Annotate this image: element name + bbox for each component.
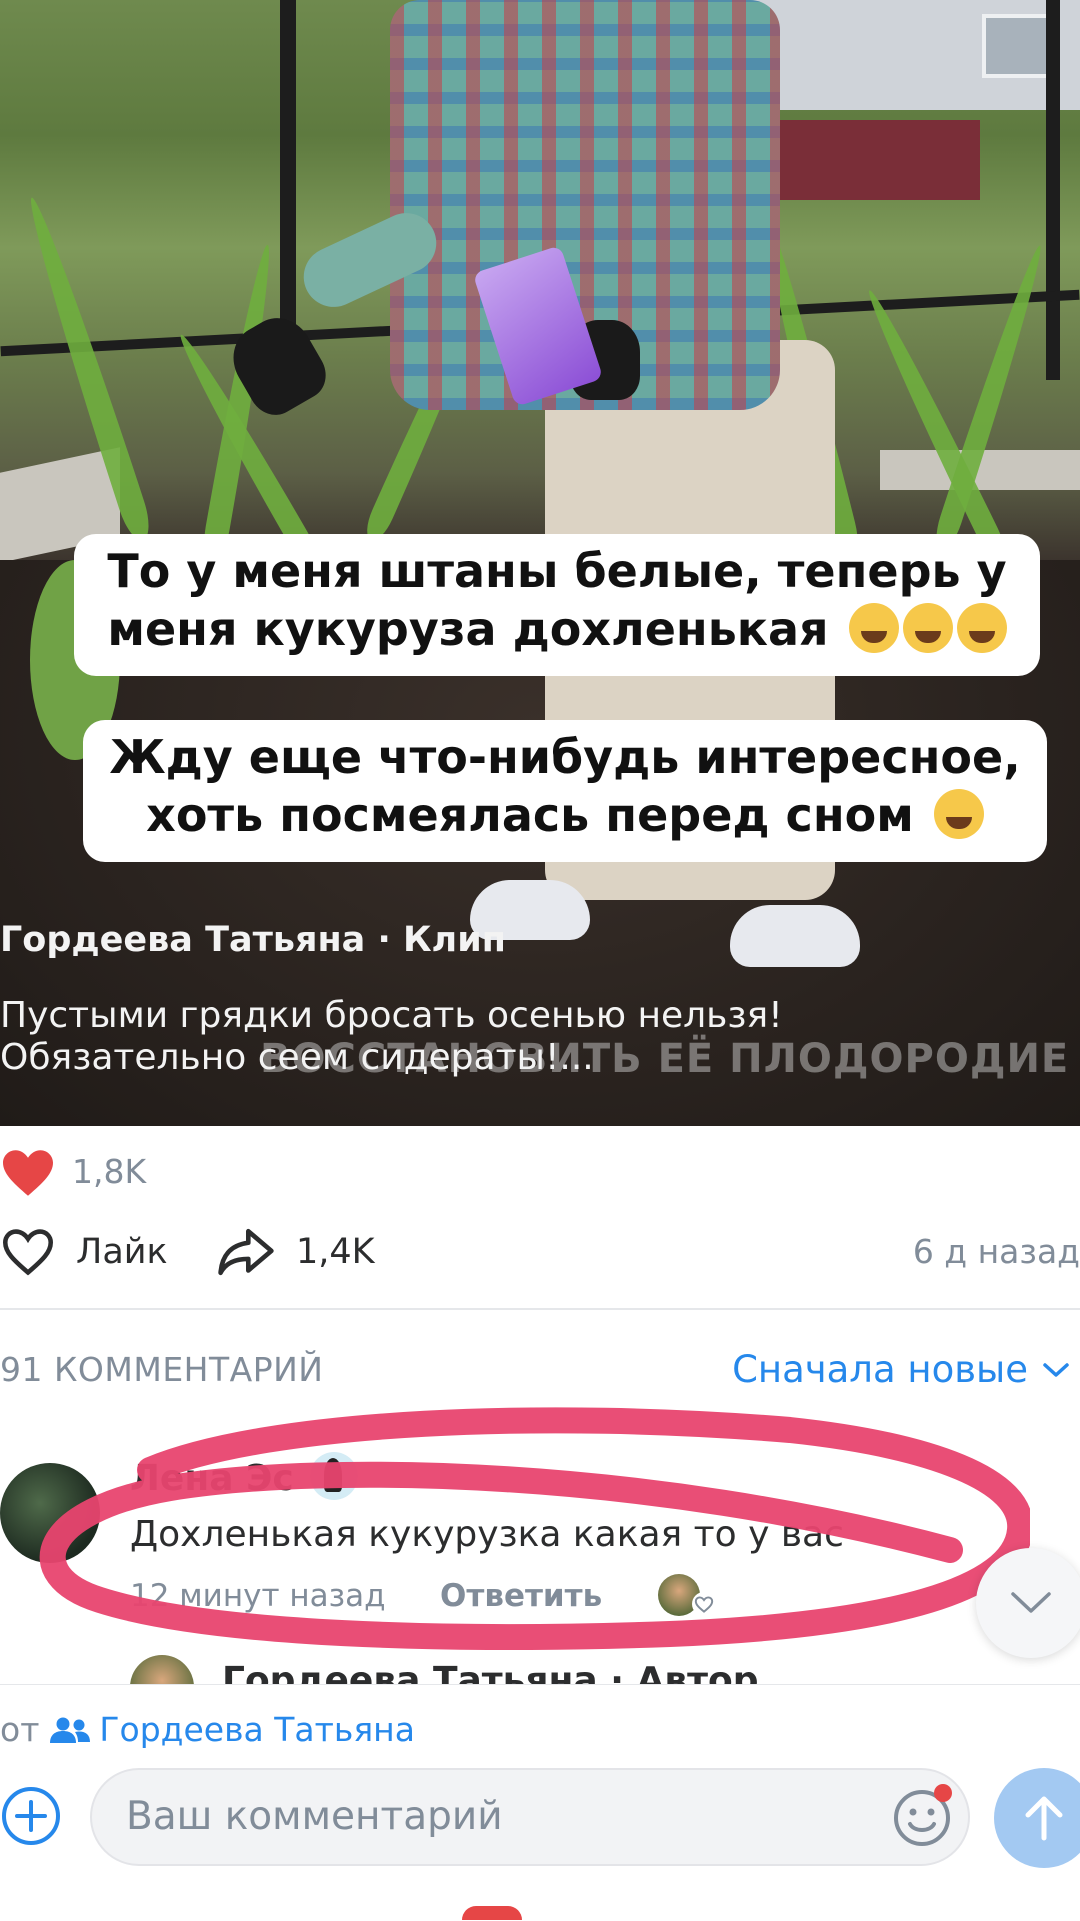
- share-button[interactable]: 1,4K: [216, 1224, 375, 1280]
- fence-post: [1046, 0, 1060, 380]
- heart-outline-icon[interactable]: [690, 1592, 718, 1616]
- post-time: 6 д назад: [912, 1232, 1080, 1271]
- background-house: [750, 0, 1080, 110]
- share-arrow-icon: [218, 1228, 274, 1276]
- caption-bubble: Жду еще что-нибудь интересное, хоть посм…: [83, 720, 1047, 862]
- avatar[interactable]: [130, 1655, 194, 1684]
- comment-time: 12 минут назад: [130, 1578, 386, 1614]
- chevron-down-icon: [1011, 1592, 1051, 1613]
- share-count: 1,4K: [296, 1232, 375, 1272]
- comments-count: 91 КОММЕНТАРИЙ: [0, 1350, 324, 1389]
- chevron-down-icon: [1043, 1362, 1069, 1377]
- heart-outline-icon: [2, 1229, 54, 1276]
- add-attachment-button[interactable]: [0, 1785, 62, 1847]
- divider: [0, 1308, 1080, 1310]
- heart-filled-icon: [3, 1150, 53, 1196]
- like-button[interactable]: Лайк: [0, 1224, 170, 1280]
- comment-second-partial: Гордеева Татьяна · Автор: [0, 1640, 1080, 1684]
- caption-bubble: То у меня штаны белые, теперь у меня кук…: [74, 534, 1040, 676]
- caption-text: Жду еще что-нибудь интересное, хоть посм…: [109, 730, 1021, 842]
- avatar[interactable]: [0, 1463, 100, 1563]
- post-as-selector[interactable]: от Гордеева Татьяна: [0, 1710, 415, 1749]
- shoe-cover: [730, 905, 860, 967]
- arrow-up-icon: [1025, 1796, 1063, 1841]
- from-name: Гордеева Татьяна: [99, 1710, 415, 1749]
- reply-button[interactable]: Ответить: [440, 1578, 602, 1614]
- comment-text: Дохленькая кукурузка какая то у вас: [130, 1514, 844, 1555]
- from-prefix: от: [0, 1710, 40, 1749]
- group-icon: [50, 1717, 91, 1743]
- comment-input[interactable]: Ваш комментарий: [90, 1768, 970, 1866]
- home-indicator: [462, 1906, 522, 1920]
- comment-input-placeholder: Ваш комментарий: [126, 1794, 503, 1839]
- comment-author[interactable]: Гордеева Татьяна · Автор: [222, 1660, 758, 1684]
- fence-post: [280, 0, 296, 360]
- like-label: Лайк: [76, 1232, 168, 1272]
- likes-count[interactable]: 1,8K: [72, 1152, 146, 1191]
- sort-label: Сначала новые: [732, 1348, 1028, 1391]
- video-description[interactable]: Пустыми грядки бросать осенью нельзя! Об…: [0, 995, 900, 1079]
- notification-dot: [934, 1784, 952, 1802]
- laughing-emoji-icon: [956, 603, 1007, 653]
- corn-leaf: [930, 242, 1051, 554]
- bird-badge-icon: [310, 1452, 358, 1500]
- video-author-line[interactable]: Гордеева Татьяна · Клип: [0, 920, 506, 960]
- laughing-emoji-icon: [848, 603, 899, 653]
- laughing-emoji-icon: [933, 789, 984, 839]
- video-player[interactable]: То у меня штаны белые, теперь у меня кук…: [0, 0, 1080, 1126]
- comment-author[interactable]: Лена Эс: [130, 1458, 294, 1499]
- sort-dropdown[interactable]: Сначала новые: [732, 1348, 1070, 1391]
- laughing-emoji-icon: [902, 603, 953, 653]
